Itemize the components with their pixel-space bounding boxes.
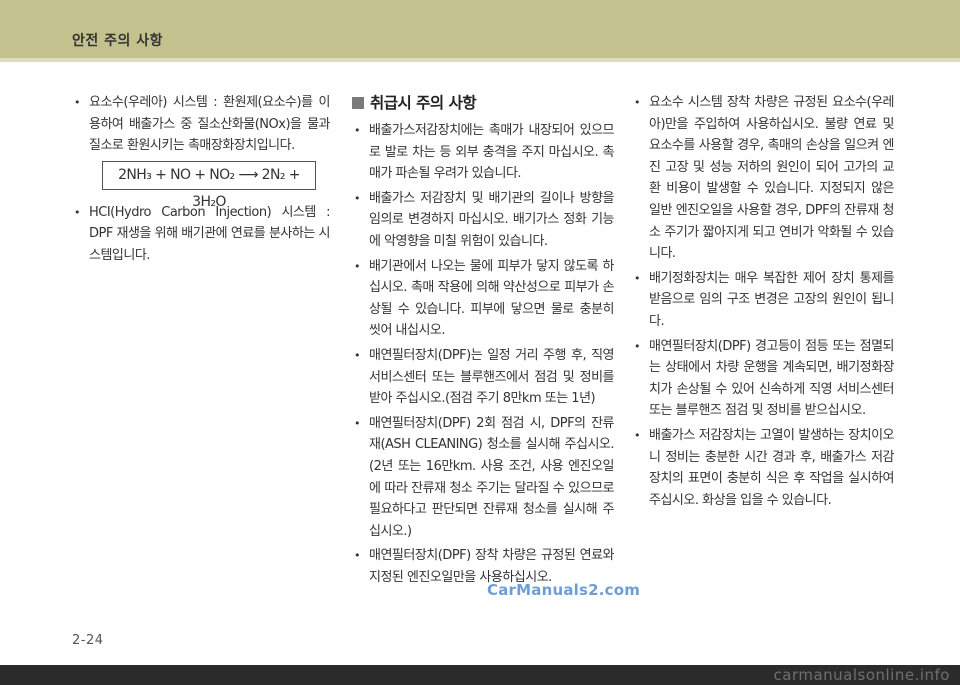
list-item: 배기관에서 나오는 물에 피부가 닿지 않도록 하십시오. 촉매 작용에 의해 … bbox=[352, 256, 615, 342]
section-title: 안전 주의 사항 bbox=[72, 33, 164, 49]
handling-precautions-heading: 취급시 주의 사항 bbox=[352, 92, 614, 114]
left-column: 요소수(우레아) 시스템 : 환원제(요소수)를 이용하여 배출가스 중 질소산… bbox=[72, 92, 331, 270]
heading-text: 취급시 주의 사항 bbox=[370, 94, 477, 112]
footer-bar: carmanualsonline.info bbox=[0, 665, 960, 685]
list-item: 요소수(우레아) 시스템 : 환원제(요소수)를 이용하여 배출가스 중 질소산… bbox=[72, 92, 331, 157]
list-item: HCI(Hydro Carbon Injection) 시스템 : DPF 재생… bbox=[72, 202, 331, 267]
footer-watermark: carmanualsonline.info bbox=[773, 666, 950, 684]
header-divider bbox=[0, 58, 960, 62]
list-item: 배출가스저감장치에는 촉매가 내장되어 있으므로 발로 차는 등 외부 충격을 … bbox=[352, 120, 615, 185]
list-item: 요소수 시스템 장착 차량은 규정된 요소수(우레아)만을 주입하여 사용하십시… bbox=[632, 92, 895, 265]
list-item: 배출가스 저감장치는 고열이 발생하는 장치이오니 정비는 충분한 시간 경과 … bbox=[632, 425, 895, 511]
page-number: 2-24 bbox=[72, 633, 104, 648]
list-item: 매연필터장치(DPF) 2회 점검 시, DPF의 잔류재(ASH CLEANI… bbox=[352, 413, 615, 543]
list-item: 매연필터장치(DPF)는 일정 거리 주행 후, 직영 서비스센터 또는 블루핸… bbox=[352, 345, 615, 410]
right-bullet-list: 요소수 시스템 장착 차량은 규정된 요소수(우레아)만을 주입하여 사용하십시… bbox=[632, 92, 895, 511]
left-bullet-list: 요소수(우레아) 시스템 : 환원제(요소수)를 이용하여 배출가스 중 질소산… bbox=[72, 92, 331, 157]
left-bullet-list-2: HCI(Hydro Carbon Injection) 시스템 : DPF 재생… bbox=[72, 202, 331, 267]
list-item: 배출가스 저감장치 및 배기관의 길이나 방향을 임의로 변경하지 마십시오. … bbox=[352, 188, 615, 253]
list-item: 매연필터장치(DPF) 경고등이 점등 또는 점멸되는 상태에서 차량 운행을 … bbox=[632, 336, 895, 422]
middle-column: 취급시 주의 사항 배출가스저감장치에는 촉매가 내장되어 있으므로 발로 차는… bbox=[352, 92, 615, 591]
list-item: 배기정화장치는 매우 복잡한 제어 장치 통제를 받음으로 임의 구조 변경은 … bbox=[632, 268, 895, 333]
middle-bullet-list: 배출가스저감장치에는 촉매가 내장되어 있으므로 발로 차는 등 외부 충격을 … bbox=[352, 120, 615, 588]
square-bullet-icon bbox=[352, 97, 364, 109]
chemical-formula-box: 2NH₃ + NO + NO₂ ⟶ 2N₂ + 3H₂O bbox=[102, 160, 316, 210]
watermark-link[interactable]: CarManuals2.com bbox=[487, 581, 640, 599]
right-column: 요소수 시스템 장착 차량은 규정된 요소수(우레아)만을 주입하여 사용하십시… bbox=[632, 92, 895, 514]
